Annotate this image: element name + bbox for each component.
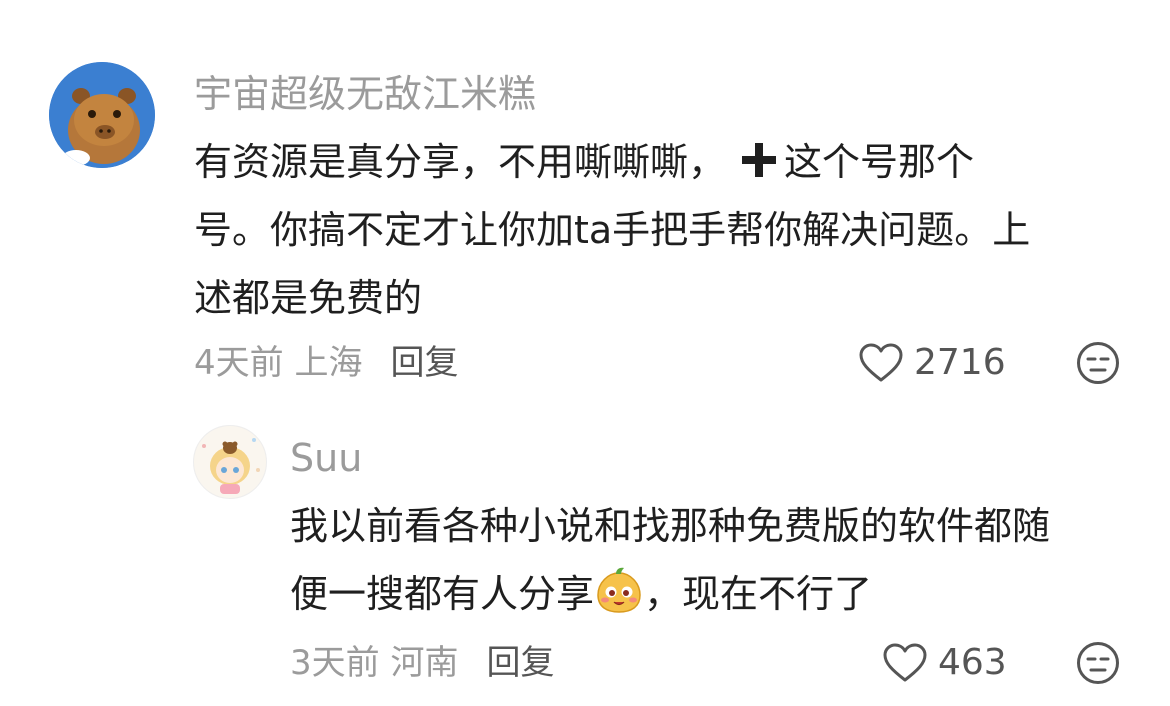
comment-item: 宇宙超级无敌江米糕 有资源是真分享，不用嘶嘶嘶， 这个号那个 号。你搞不定才让你加… — [0, 0, 1170, 400]
plus-icon — [742, 143, 777, 177]
comment-text-line: 便一搜都有人分享 ，现在不行了 — [290, 560, 1050, 628]
comment-text-segment: 有资源是真分享，不用嘶嘶嘶， — [194, 140, 727, 184]
user-avatar[interactable] — [193, 425, 267, 499]
comment-text-segment: 这个号那个 — [784, 140, 975, 184]
comment-text-line: 有资源是真分享，不用嘶嘶嘶， 这个号那个 — [194, 128, 1030, 196]
time-location: 4天前 上海 — [194, 343, 363, 383]
like-count: 2716 — [914, 342, 1006, 383]
reply-button[interactable]: 回复 — [390, 343, 458, 383]
like-button[interactable]: 463 — [882, 643, 1007, 683]
username[interactable]: 宇宙超级无敌江米糕 — [194, 74, 536, 114]
capybara-icon — [49, 62, 155, 168]
comment-text: 有资源是真分享，不用嘶嘶嘶， 这个号那个 号。你搞不定才让你加ta手把手帮你解决问… — [194, 128, 1030, 332]
like-button[interactable]: 2716 — [858, 343, 1006, 383]
comment-meta: 4天前 上海 回复 — [194, 343, 458, 383]
comment-text-line: 号。你搞不定才让你加ta手把手帮你解决问题。上 — [194, 208, 1031, 252]
smiling-bun-emoji-icon — [597, 567, 641, 613]
comment-meta: 3天前 河南 回复 — [290, 643, 554, 683]
heart-icon — [859, 343, 903, 382]
unamused-face-icon[interactable] — [1076, 341, 1120, 385]
comment-text-line: 我以前看各种小说和找那种免费版的软件都随 — [290, 504, 1051, 548]
anime-girl-icon — [194, 426, 266, 498]
heart-icon — [883, 643, 927, 682]
user-avatar[interactable] — [49, 62, 155, 168]
comment-text-line: 述都是免费的 — [194, 276, 423, 320]
username[interactable]: Suu — [290, 438, 362, 478]
reply-button[interactable]: 回复 — [486, 643, 554, 683]
comment-text: 我以前看各种小说和找那种免费版的软件都随 便一搜都有人分享 ，现在不行了 — [290, 492, 1050, 628]
like-count: 463 — [938, 642, 1007, 683]
comment-text-segment: ，现在不行了 — [644, 572, 873, 616]
time-location: 3天前 河南 — [290, 643, 459, 683]
comment-item: Suu 我以前看各种小说和找那种免费版的软件都随 便一搜都有人分享 ，现在不行了… — [0, 400, 1170, 706]
unamused-face-icon[interactable] — [1076, 641, 1120, 685]
comment-text-segment: 便一搜都有人分享 — [290, 572, 595, 616]
